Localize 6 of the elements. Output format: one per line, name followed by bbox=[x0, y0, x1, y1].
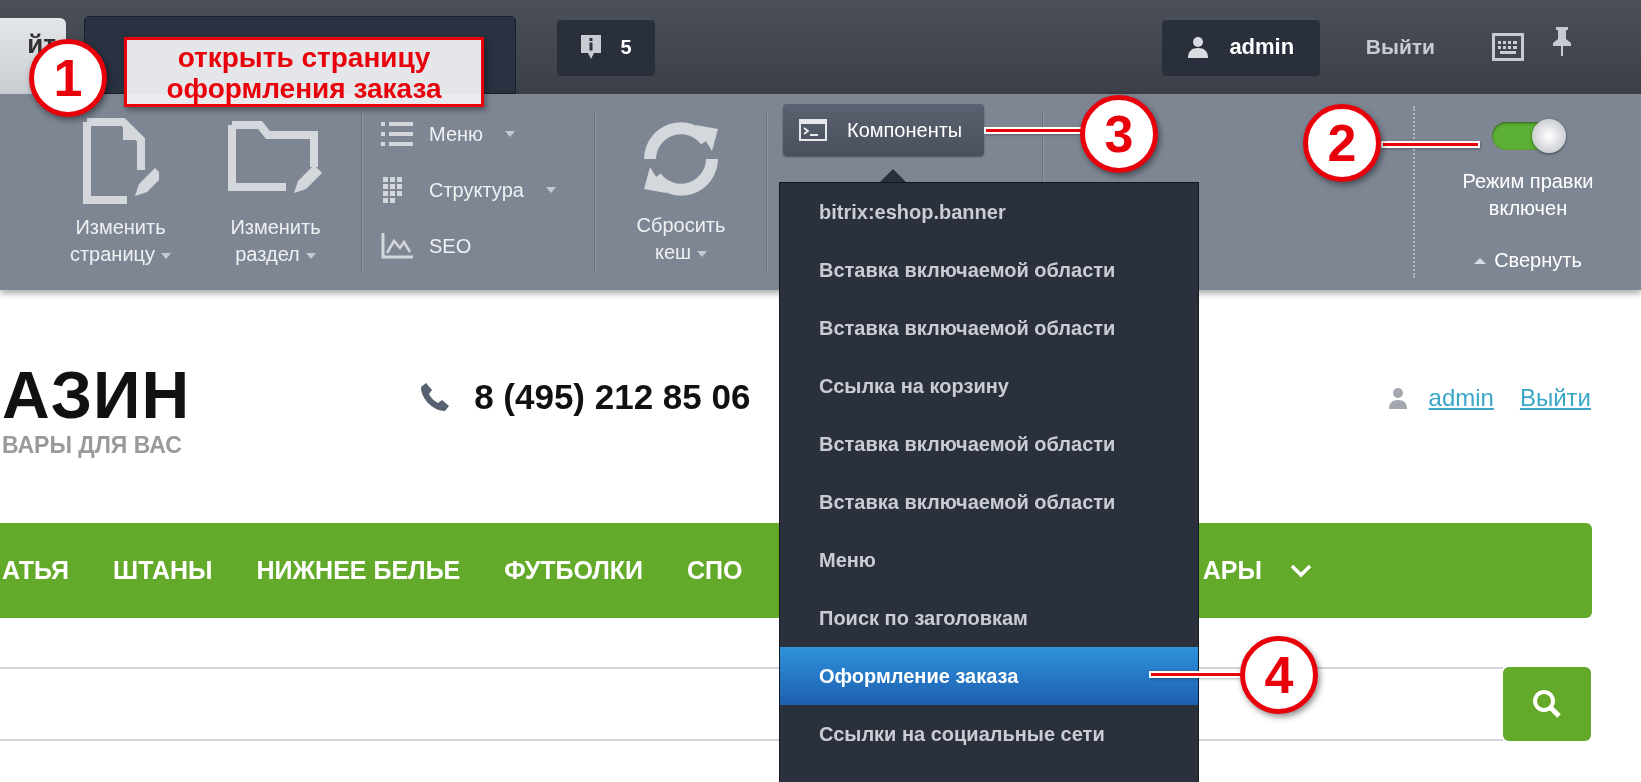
callout-tooltip: открыть страницу оформления заказа bbox=[124, 37, 484, 107]
phone-number: 8 (495) 212 85 06 bbox=[474, 376, 751, 417]
callout-number: 4 bbox=[1240, 636, 1318, 714]
edit-mode-label: Режим правки включен bbox=[1461, 169, 1595, 221]
logo-title: АЗИН bbox=[2, 360, 191, 430]
logo-subtitle: ВАРЫ ДЛЯ ВАС bbox=[2, 432, 183, 459]
